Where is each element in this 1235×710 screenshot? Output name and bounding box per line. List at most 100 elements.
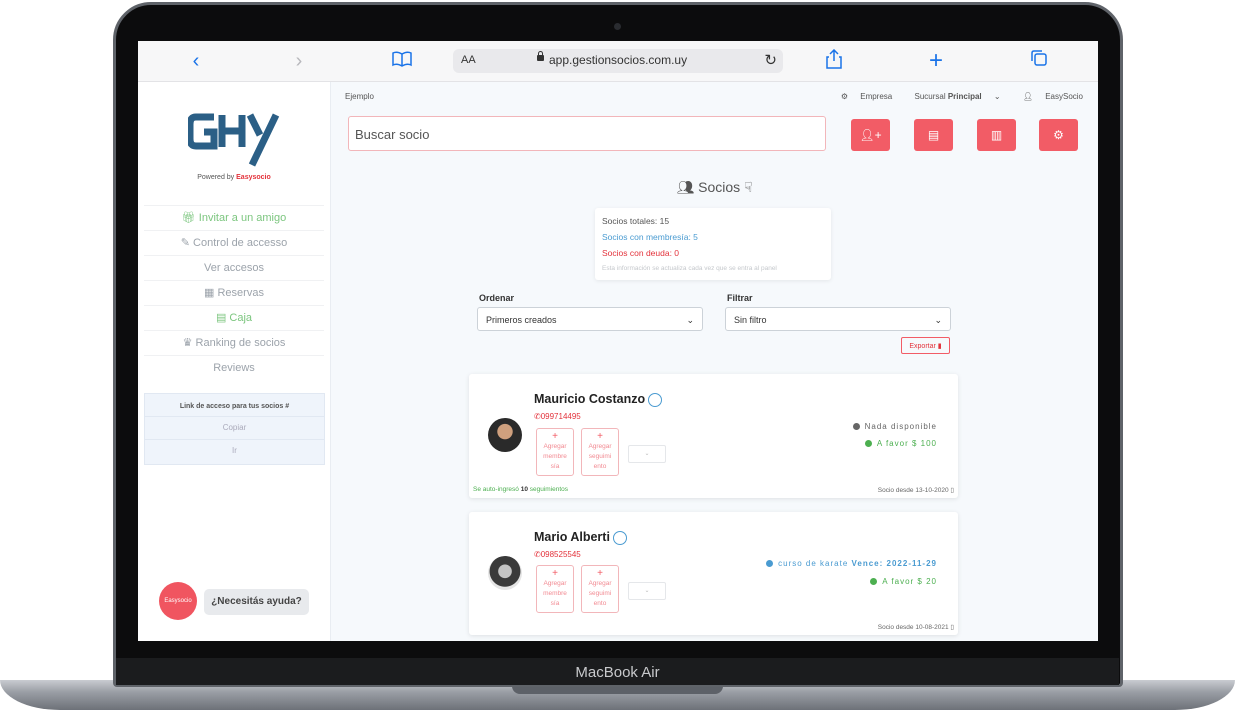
user-menu[interactable]: 👤︎ EasySocio (1013, 92, 1083, 101)
sidebar-item-label: Caja (229, 312, 253, 324)
button-text-line: ento (593, 600, 607, 607)
back-icon[interactable]: ‹ (184, 49, 208, 73)
sidebar-item-reservations[interactable]: ▦ Reservas (144, 280, 324, 305)
branch-name: Principal (947, 92, 982, 101)
button-text-line: seguimi (588, 453, 612, 460)
membership-badge-icon (612, 530, 627, 545)
note-count: 10 (520, 486, 528, 493)
plus-icon: + (597, 431, 603, 442)
branch-select[interactable]: Sucursal Principal ⌄ (904, 92, 1000, 101)
member-name[interactable]: Mauricio Costanzo (534, 392, 663, 407)
powered-brand[interactable]: Easysocio (236, 174, 271, 181)
export-button[interactable]: Exportar ▮ (901, 337, 950, 354)
check-circle-icon (864, 440, 872, 448)
sidebar-item-invite[interactable]: 🎁︎ Invitar a un amigo (144, 205, 324, 230)
chevron-down-icon: ⌄ (993, 92, 1001, 101)
member-card[interactable]: Mauricio Costanzo ✆099714495 + Agregar me… (469, 374, 958, 498)
member-phone[interactable]: ✆099714495 (534, 412, 581, 421)
membership-status-text: Nada disponible (864, 422, 937, 431)
share-icon[interactable] (822, 48, 846, 73)
tabs-icon[interactable] (1027, 49, 1051, 73)
lock-icon (537, 51, 544, 61)
member-card[interactable]: Mario Alberti ✆098525545 + Agregar membre… (469, 512, 958, 635)
sidebar-item-reviews[interactable]: Reviews (144, 355, 324, 380)
help-button[interactable]: ¿Necesitás ayuda? (204, 589, 309, 615)
button-text-line: sía (550, 600, 560, 607)
sidebar-item-cash[interactable]: ▤ Caja (144, 305, 324, 330)
sidebar-item-label: Ranking de socios (195, 337, 286, 349)
bookmarks-icon[interactable] (390, 49, 414, 73)
avatar[interactable] (488, 556, 522, 590)
search-input[interactable]: Buscar socio (348, 116, 826, 151)
access-link-title: Link de acceso para tus socios # (145, 403, 324, 410)
chevron-down-icon: ⌄ (686, 315, 694, 325)
chevron-down-icon: ⌄ (644, 588, 650, 594)
member-name-text: Mario Alberti (534, 530, 610, 544)
order-value: Primeros creados (486, 315, 557, 325)
member-name[interactable]: Mario Alberti (534, 530, 627, 545)
edit-icon: ✎ (180, 237, 194, 249)
user-icon: 👤︎ (1022, 92, 1033, 101)
go-link-button[interactable]: Ir (145, 439, 324, 462)
add-followup-button[interactable]: + Agregar seguimi ento (581, 428, 619, 476)
cash-register-button[interactable]: ▤ (914, 119, 953, 151)
cash-register-icon: ▤ (215, 312, 230, 324)
balance-status: A favor $ 20 (870, 577, 937, 586)
sidebar-item-label: Reviews (213, 362, 255, 374)
breadcrumb: Ejemplo (345, 92, 374, 101)
order-select[interactable]: Primeros creados ⌄ (477, 307, 703, 331)
add-user-button[interactable]: 👤︎+ (851, 119, 890, 151)
stat-note: Esta información se actualiza cada vez q… (602, 265, 777, 272)
cash-register-icon: ▤ (927, 128, 940, 142)
auto-checkin-note: Se auto-ingresó 10 seguimientos (473, 486, 568, 493)
more-options-dropdown[interactable]: ⌄ (628, 445, 666, 463)
stat-debt[interactable]: Socios con deuda: 0 (602, 245, 824, 261)
avatar[interactable] (488, 418, 522, 452)
help-avatar[interactable]: Easysocio (159, 582, 197, 620)
copy-link-button[interactable]: Copiar (145, 416, 324, 439)
membership-due: Vence: 2022-11-29 (851, 559, 937, 568)
stat-membership[interactable]: Socios con membresía: 5 (602, 229, 824, 245)
filter-select[interactable]: Sin filtro ⌄ (725, 307, 951, 331)
member-since: Socio desde 10-08-2021 ▯ (878, 623, 954, 631)
button-text-line: membre (543, 590, 567, 597)
add-membership-button[interactable]: + Agregar membre sía (536, 565, 574, 613)
reader-aa[interactable]: AA (461, 54, 476, 66)
stats-button[interactable]: ▥ (977, 119, 1016, 151)
membership-course: curso de karate (778, 559, 849, 568)
button-text-line: sía (550, 463, 560, 470)
plus-icon: + (552, 568, 558, 579)
sidebar-item-label: Reservas (217, 287, 264, 299)
sidebar-item-access-control[interactable]: ✎ Control de accesso (144, 230, 324, 255)
user-name: EasySocio (1045, 92, 1083, 101)
settings-button[interactable]: ⚙ (1039, 119, 1078, 151)
button-text-line: Agregar (543, 580, 567, 587)
hand-pointer-icon: ☟ (744, 179, 753, 195)
balance-status-text: A favor $ 100 (876, 439, 937, 448)
chevron-down-icon: ⌄ (934, 315, 942, 325)
company-link[interactable]: ⚙ Empresa (841, 92, 892, 101)
filter-label: Filtrar (727, 293, 753, 303)
chevron-down-icon: ⌄ (644, 451, 650, 457)
screen: ‹ › AA app.gestionsocios.com.uy ↻ + Powe… (138, 41, 1098, 641)
sidebar-item-view-access[interactable]: Ver accesos (144, 255, 324, 280)
new-tab-icon[interactable]: + (924, 49, 948, 73)
add-membership-button[interactable]: + Agregar membre sía (536, 428, 574, 476)
more-options-dropdown[interactable]: ⌄ (628, 582, 666, 600)
stat-total: Socios totales: 15 (602, 216, 670, 226)
member-phone[interactable]: ✆098525545 (534, 550, 581, 559)
sidebar-nav: 🎁︎ Invitar a un amigo ✎ Control de acces… (144, 205, 324, 380)
button-text-line: Agregar (588, 580, 612, 587)
users-icon: 👥︎ (676, 179, 695, 195)
member-phone-text: 099714495 (540, 412, 581, 421)
add-followup-button[interactable]: + Agregar seguimi ento (581, 565, 619, 613)
address-bar[interactable]: AA app.gestionsocios.com.uy ↻ (453, 49, 783, 73)
gift-icon: 🎁︎ (181, 212, 199, 224)
forward-icon[interactable]: › (287, 49, 311, 73)
note-suffix: seguimientos (529, 486, 569, 493)
reload-icon[interactable]: ↻ (764, 51, 777, 69)
ban-icon (852, 423, 860, 431)
sidebar: Powered by Easysocio 🎁︎ Invitar a un ami… (138, 82, 331, 641)
sidebar-item-ranking[interactable]: ♛ Ranking de socios (144, 330, 324, 355)
order-label: Ordenar (479, 293, 515, 303)
